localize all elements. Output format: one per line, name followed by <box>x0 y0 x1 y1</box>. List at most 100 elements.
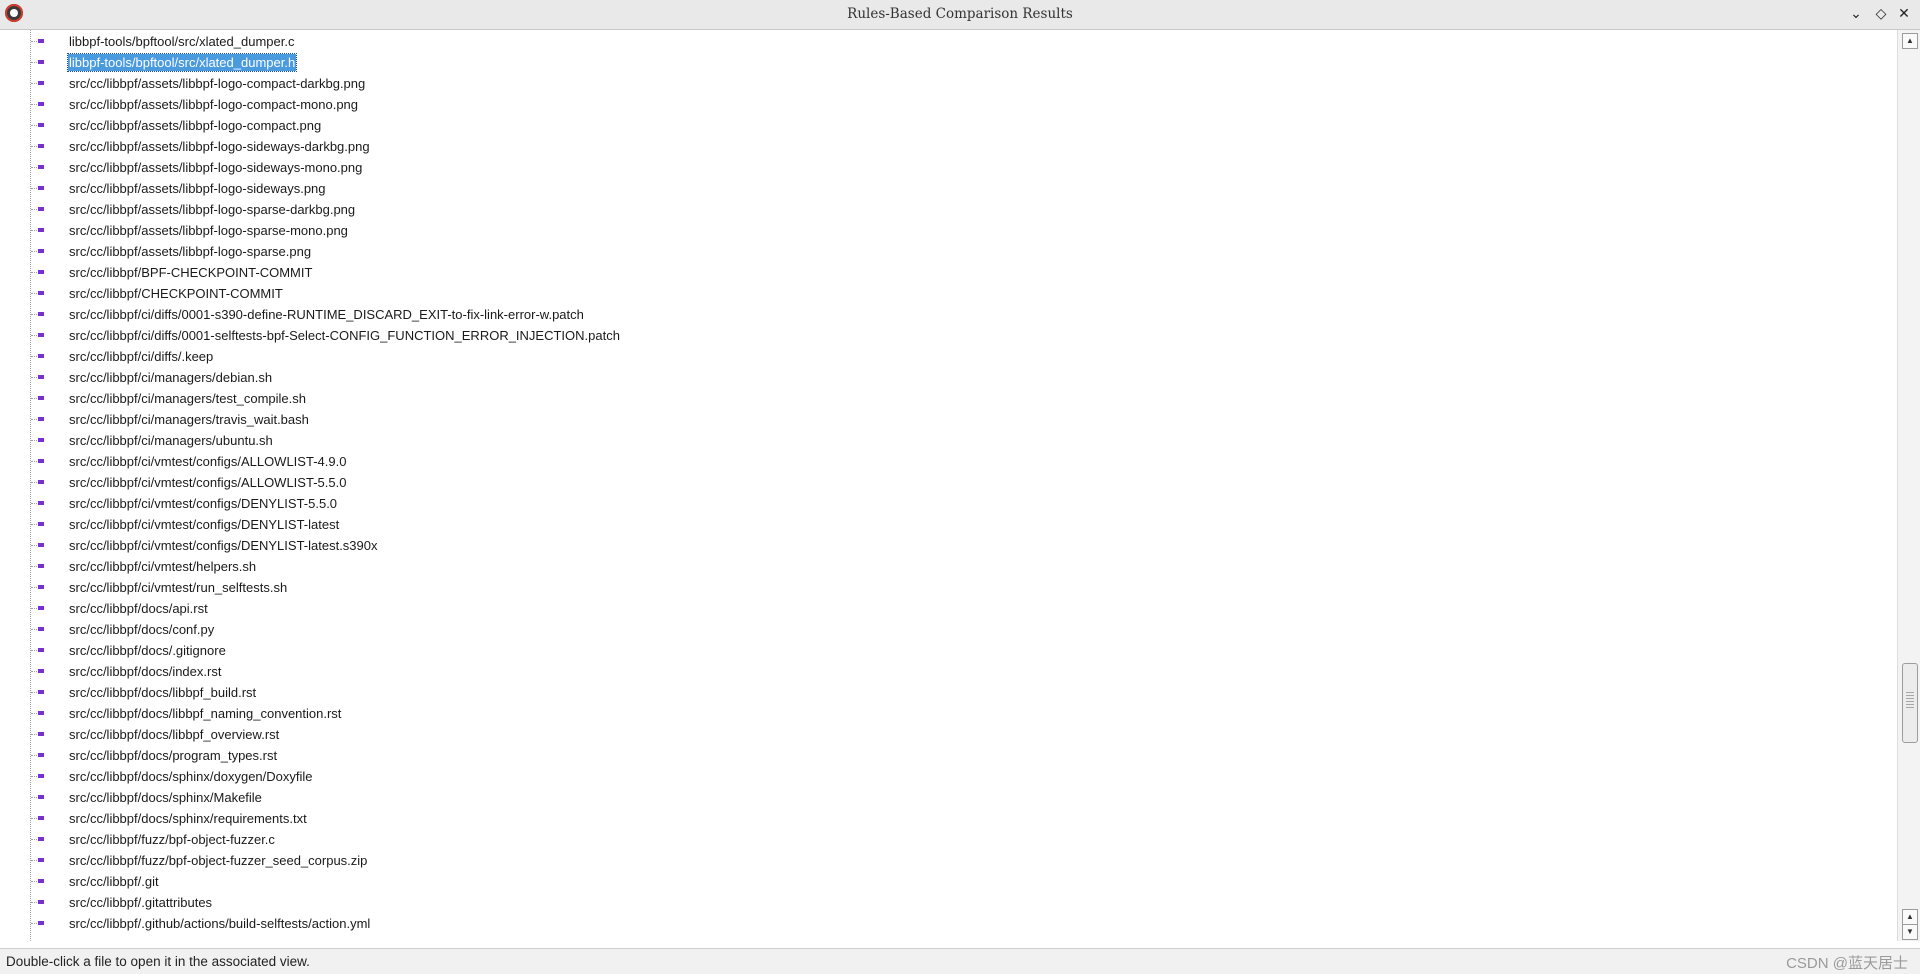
tree-item-label[interactable]: src/cc/libbpf/fuzz/bpf-object-fuzzer.c <box>68 831 276 848</box>
tree-item[interactable]: src/cc/libbpf/docs/index.rst <box>0 661 1896 682</box>
tree-item-label[interactable]: src/cc/libbpf/assets/libbpf-logo-compact… <box>68 96 359 113</box>
tree-item[interactable]: src/cc/libbpf/ci/vmtest/configs/DENYLIST… <box>0 493 1896 514</box>
tree-item-label[interactable]: src/cc/libbpf/docs/.gitignore <box>68 642 227 659</box>
tree-item[interactable]: libbpf-tools/bpftool/src/xlated_dumper.c <box>0 31 1896 52</box>
tree-item-label[interactable]: src/cc/libbpf/assets/libbpf-logo-sparse.… <box>68 243 312 260</box>
tree-item-label[interactable]: src/cc/libbpf/ci/diffs/0001-s390-define-… <box>68 306 585 323</box>
tree-connector <box>31 419 37 420</box>
tree-item[interactable]: src/cc/libbpf/docs/libbpf_build.rst <box>0 682 1896 703</box>
tree-item[interactable]: src/cc/libbpf/.github/actions/build-self… <box>0 913 1896 934</box>
tree-item[interactable]: src/cc/libbpf/ci/managers/travis_wait.ba… <box>0 409 1896 430</box>
tree-item-label[interactable]: src/cc/libbpf/docs/api.rst <box>68 600 209 617</box>
tree-item-label[interactable]: src/cc/libbpf/docs/libbpf_naming_convent… <box>68 705 342 722</box>
tree-item[interactable]: src/cc/libbpf/.gitattributes <box>0 892 1896 913</box>
tree-item[interactable]: src/cc/libbpf/assets/libbpf-logo-sideway… <box>0 136 1896 157</box>
tree-item[interactable]: src/cc/libbpf/ci/diffs/0001-s390-define-… <box>0 304 1896 325</box>
tree-item-label[interactable]: libbpf-tools/bpftool/src/xlated_dumper.c <box>68 33 295 50</box>
minimize-chevron-down-icon[interactable]: ⌄ <box>1846 4 1866 24</box>
tree-item[interactable]: src/cc/libbpf/fuzz/bpf-object-fuzzer_see… <box>0 850 1896 871</box>
tree-item-label[interactable]: src/cc/libbpf/assets/libbpf-logo-compact… <box>68 75 366 92</box>
tree-item[interactable]: src/cc/libbpf/ci/managers/ubuntu.sh <box>0 430 1896 451</box>
tree-item[interactable]: src/cc/libbpf/CHECKPOINT-COMMIT <box>0 283 1896 304</box>
tree-item[interactable]: src/cc/libbpf/ci/vmtest/configs/ALLOWLIS… <box>0 451 1896 472</box>
tree-item[interactable]: src/cc/libbpf/ci/vmtest/configs/DENYLIST… <box>0 535 1896 556</box>
scroll-thumb[interactable] <box>1902 663 1918 743</box>
tree-item-label[interactable]: src/cc/libbpf/docs/sphinx/doxygen/Doxyfi… <box>68 768 314 785</box>
tree-item[interactable]: src/cc/libbpf/docs/sphinx/requirements.t… <box>0 808 1896 829</box>
tree-item-label[interactable]: src/cc/libbpf/ci/vmtest/configs/DENYLIST… <box>68 537 379 554</box>
tree-item-label[interactable]: src/cc/libbpf/docs/index.rst <box>68 663 222 680</box>
grip-icon <box>1906 692 1914 710</box>
tree-item[interactable]: src/cc/libbpf/ci/managers/debian.sh <box>0 367 1896 388</box>
tree-item[interactable]: src/cc/libbpf/ci/vmtest/configs/ALLOWLIS… <box>0 472 1896 493</box>
tree-item[interactable]: src/cc/libbpf/.git <box>0 871 1896 892</box>
tree-item[interactable]: src/cc/libbpf/docs/libbpf_naming_convent… <box>0 703 1896 724</box>
tree-item-label[interactable]: src/cc/libbpf/assets/libbpf-logo-sparse-… <box>68 222 349 239</box>
tree-item-label[interactable]: src/cc/libbpf/assets/libbpf-logo-sideway… <box>68 159 363 176</box>
tree-item-label[interactable]: src/cc/libbpf/ci/managers/debian.sh <box>68 369 273 386</box>
close-icon[interactable]: ✕ <box>1894 4 1914 24</box>
tree-item[interactable]: src/cc/libbpf/assets/libbpf-logo-sparse-… <box>0 220 1896 241</box>
tree-item-label[interactable]: src/cc/libbpf/docs/libbpf_build.rst <box>68 684 257 701</box>
tree-item[interactable]: src/cc/libbpf/docs/libbpf_overview.rst <box>0 724 1896 745</box>
tree-item-label[interactable]: src/cc/libbpf/ci/diffs/0001-selftests-bp… <box>68 327 621 344</box>
tree-item[interactable]: src/cc/libbpf/assets/libbpf-logo-compact… <box>0 73 1896 94</box>
tree-item[interactable]: src/cc/libbpf/assets/libbpf-logo-sparse.… <box>0 241 1896 262</box>
tree-item[interactable]: src/cc/libbpf/ci/diffs/0001-selftests-bp… <box>0 325 1896 346</box>
tree-item-label[interactable]: src/cc/libbpf/assets/libbpf-logo-sparse-… <box>68 201 356 218</box>
tree-item[interactable]: src/cc/libbpf/ci/diffs/.keep <box>0 346 1896 367</box>
tree-item-label[interactable]: src/cc/libbpf/assets/libbpf-logo-sideway… <box>68 138 371 155</box>
tree-item[interactable]: src/cc/libbpf/ci/vmtest/helpers.sh <box>0 556 1896 577</box>
tree-item-label[interactable]: src/cc/libbpf/.git <box>68 873 160 890</box>
tree-item-label[interactable]: src/cc/libbpf/docs/libbpf_overview.rst <box>68 726 280 743</box>
tree-item[interactable]: src/cc/libbpf/BPF-CHECKPOINT-COMMIT <box>0 262 1896 283</box>
tree-item[interactable]: libbpf-tools/bpftool/src/xlated_dumper.h <box>0 52 1896 73</box>
tree-item-label[interactable]: src/cc/libbpf/ci/vmtest/helpers.sh <box>68 558 257 575</box>
tree-item[interactable]: src/cc/libbpf/assets/libbpf-logo-sideway… <box>0 178 1896 199</box>
tree-item-label[interactable]: src/cc/libbpf/fuzz/bpf-object-fuzzer_see… <box>68 852 368 869</box>
tree-connector <box>31 650 37 651</box>
tree-item-label[interactable]: src/cc/libbpf/docs/sphinx/Makefile <box>68 789 263 806</box>
tree-item-label[interactable]: src/cc/libbpf/assets/libbpf-logo-compact… <box>68 117 322 134</box>
tree-item[interactable]: src/cc/libbpf/assets/libbpf-logo-sparse-… <box>0 199 1896 220</box>
tree-item[interactable]: src/cc/libbpf/docs/program_types.rst <box>0 745 1896 766</box>
tree-item-label[interactable]: src/cc/libbpf/assets/libbpf-logo-sideway… <box>68 180 327 197</box>
scroll-page-up-button[interactable]: ▲ <box>1902 909 1918 925</box>
tree-item-label[interactable]: src/cc/libbpf/ci/diffs/.keep <box>68 348 214 365</box>
tree-item-label[interactable]: src/cc/libbpf/docs/sphinx/requirements.t… <box>68 810 308 827</box>
tree-item-label[interactable]: src/cc/libbpf/ci/vmtest/configs/ALLOWLIS… <box>68 453 347 470</box>
vertical-scrollbar[interactable]: ▲ ▲ ▼ <box>1897 30 1920 941</box>
tree-item[interactable]: src/cc/libbpf/assets/libbpf-logo-compact… <box>0 94 1896 115</box>
tree-item-label[interactable]: src/cc/libbpf/docs/conf.py <box>68 621 215 638</box>
tree-item[interactable]: src/cc/libbpf/ci/vmtest/configs/DENYLIST… <box>0 514 1896 535</box>
file-tree[interactable]: libbpf-tools/bpftool/src/xlated_dumper.c… <box>0 30 1896 941</box>
tree-item[interactable]: src/cc/libbpf/docs/api.rst <box>0 598 1896 619</box>
tree-item-label[interactable]: src/cc/libbpf/docs/program_types.rst <box>68 747 278 764</box>
tree-connector <box>31 146 37 147</box>
tree-item[interactable]: src/cc/libbpf/docs/conf.py <box>0 619 1896 640</box>
title-bar[interactable]: Rules-Based Comparison Results ⌄ ◇ ✕ <box>0 0 1920 30</box>
tree-item[interactable]: src/cc/libbpf/assets/libbpf-logo-compact… <box>0 115 1896 136</box>
tree-item[interactable]: src/cc/libbpf/docs/sphinx/doxygen/Doxyfi… <box>0 766 1896 787</box>
tree-item-label[interactable]: src/cc/libbpf/ci/vmtest/configs/DENYLIST… <box>68 495 338 512</box>
restore-icon[interactable]: ◇ <box>1871 4 1891 24</box>
tree-item[interactable]: src/cc/libbpf/ci/vmtest/run_selftests.sh <box>0 577 1896 598</box>
tree-item-label[interactable]: src/cc/libbpf/.github/actions/build-self… <box>68 915 371 932</box>
tree-item-label[interactable]: src/cc/libbpf/ci/vmtest/configs/ALLOWLIS… <box>68 474 347 491</box>
tree-item-label[interactable]: src/cc/libbpf/CHECKPOINT-COMMIT <box>68 285 284 302</box>
tree-item-label[interactable]: src/cc/libbpf/.gitattributes <box>68 894 213 911</box>
tree-item[interactable]: src/cc/libbpf/fuzz/bpf-object-fuzzer.c <box>0 829 1896 850</box>
tree-item[interactable]: src/cc/libbpf/docs/.gitignore <box>0 640 1896 661</box>
tree-item[interactable]: src/cc/libbpf/assets/libbpf-logo-sideway… <box>0 157 1896 178</box>
scroll-up-button[interactable]: ▲ <box>1902 33 1918 49</box>
tree-item-label[interactable]: src/cc/libbpf/ci/vmtest/run_selftests.sh <box>68 579 288 596</box>
scroll-down-button[interactable]: ▼ <box>1902 924 1918 940</box>
tree-item-label[interactable]: libbpf-tools/bpftool/src/xlated_dumper.h <box>66 53 298 72</box>
tree-item-label[interactable]: src/cc/libbpf/ci/managers/travis_wait.ba… <box>68 411 310 428</box>
tree-item-label[interactable]: src/cc/libbpf/ci/managers/test_compile.s… <box>68 390 307 407</box>
tree-item-label[interactable]: src/cc/libbpf/ci/vmtest/configs/DENYLIST… <box>68 516 340 533</box>
tree-item-label[interactable]: src/cc/libbpf/ci/managers/ubuntu.sh <box>68 432 274 449</box>
tree-item[interactable]: src/cc/libbpf/ci/managers/test_compile.s… <box>0 388 1896 409</box>
tree-item[interactable]: src/cc/libbpf/docs/sphinx/Makefile <box>0 787 1896 808</box>
tree-item-label[interactable]: src/cc/libbpf/BPF-CHECKPOINT-COMMIT <box>68 264 313 281</box>
